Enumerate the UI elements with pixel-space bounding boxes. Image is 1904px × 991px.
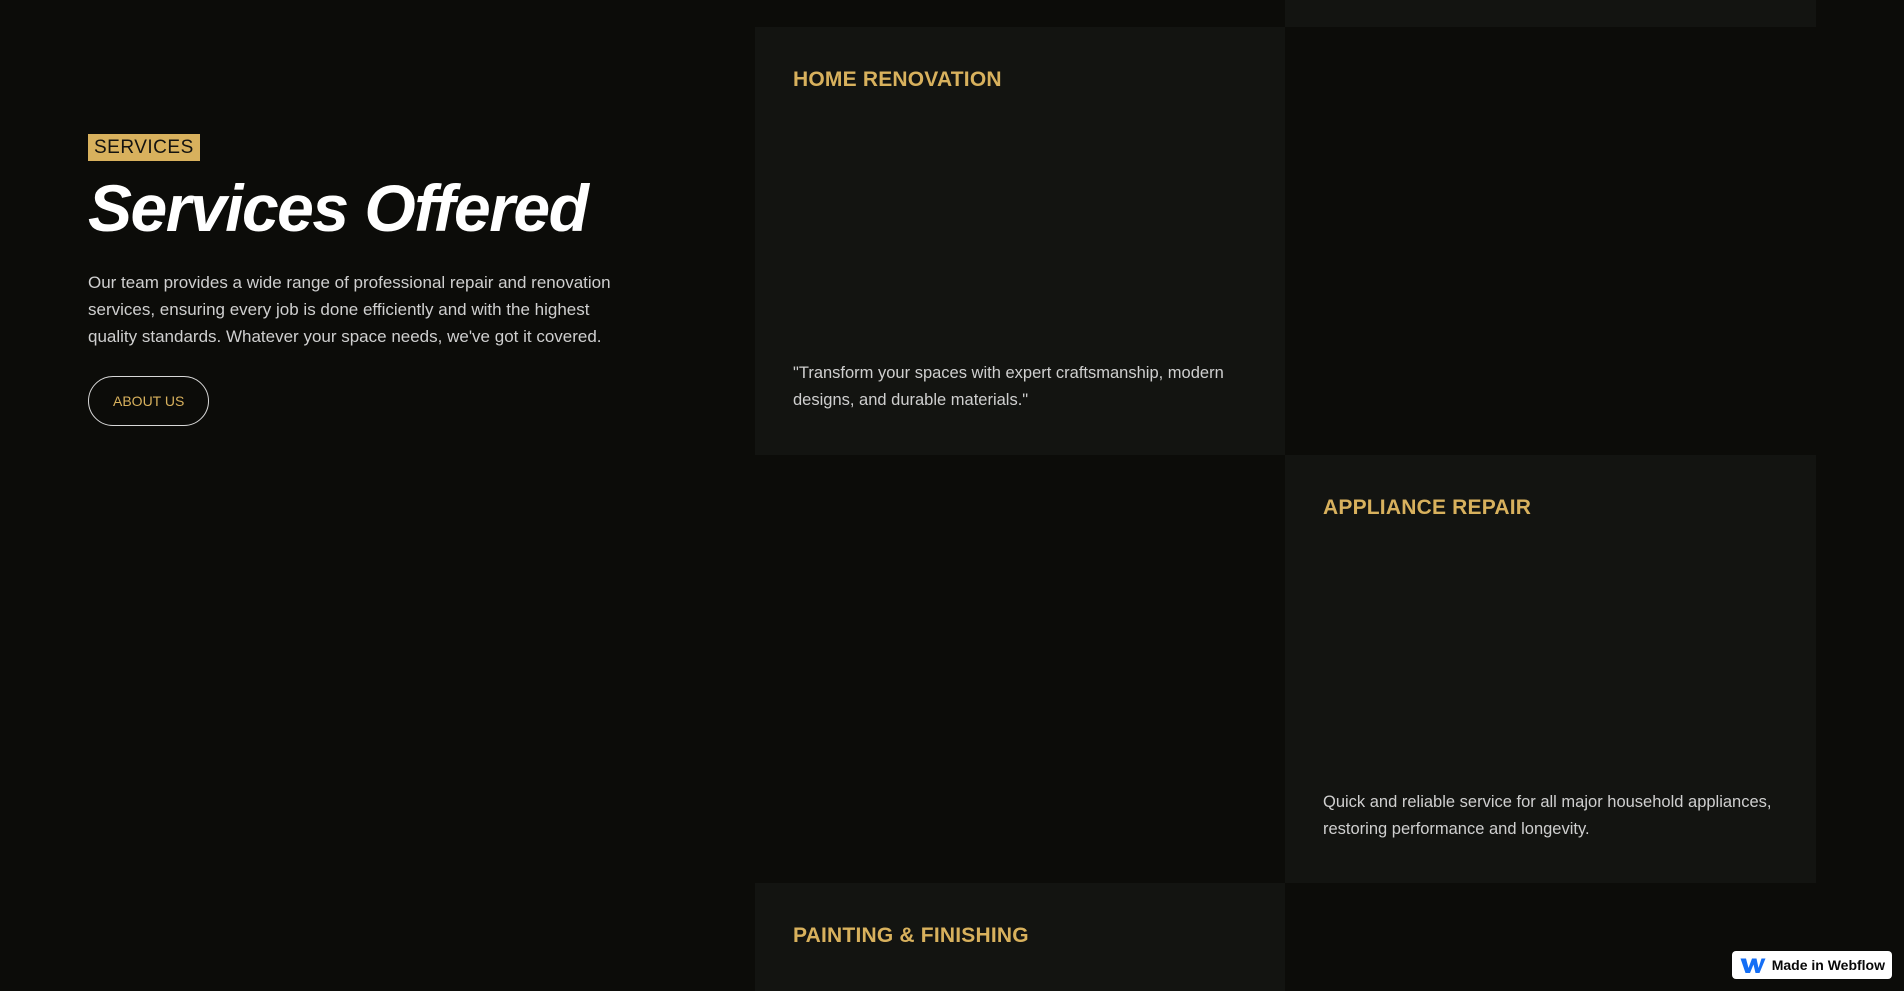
intro-description: Our team provides a wide range of profes… bbox=[88, 273, 611, 346]
about-us-button[interactable]: ABOUT US bbox=[88, 376, 210, 426]
made-in-webflow-badge[interactable]: Made in Webflow bbox=[1731, 951, 1892, 979]
page-title: Services Offered bbox=[88, 171, 589, 245]
services-intro: SERVICES Services Offered Our team provi… bbox=[88, 134, 648, 426]
service-card-appliance-repair: APPLIANCE REPAIR Quick and reliable serv… bbox=[1285, 455, 1816, 883]
service-title: HOME RENOVATION bbox=[793, 68, 1002, 91]
services-page: SERVICES Services Offered Our team provi… bbox=[0, 0, 1904, 991]
service-title: PAINTING & FINISHING bbox=[793, 924, 1029, 947]
badge-label: Made in Webflow bbox=[1771, 957, 1885, 973]
service-title: APPLIANCE REPAIR bbox=[1323, 496, 1532, 519]
service-card-partial bbox=[1285, 0, 1816, 27]
service-card-painting-finishing: PAINTING & FINISHING bbox=[755, 883, 1285, 991]
service-description: Quick and reliable service for all major… bbox=[1323, 793, 1772, 838]
service-description: "Transform your spaces with expert craft… bbox=[793, 364, 1224, 409]
webflow-logo-icon bbox=[1740, 957, 1766, 974]
service-card-home-renovation: HOME RENOVATION "Transform your spaces w… bbox=[755, 27, 1285, 455]
section-tag: SERVICES bbox=[88, 134, 200, 161]
